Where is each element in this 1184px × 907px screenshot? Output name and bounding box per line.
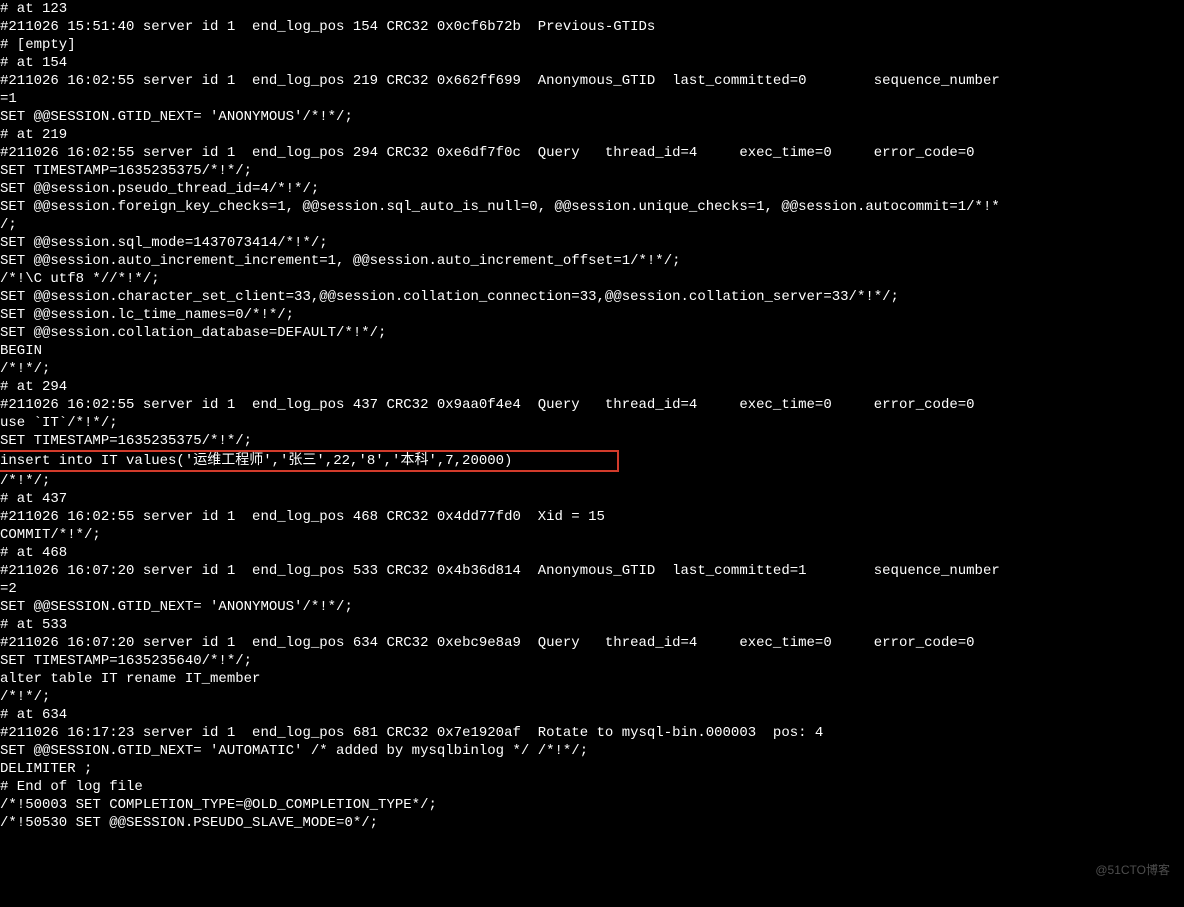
terminal-line: SET @@session.collation_database=DEFAULT… [0, 324, 1184, 342]
terminal-line: #211026 15:51:40 server id 1 end_log_pos… [0, 18, 1184, 36]
terminal-line: COMMIT/*!*/; [0, 526, 1184, 544]
highlighted-insert-statement: insert into IT values('运维工程师','张三',22,'8… [0, 450, 619, 472]
terminal-line: # at 533 [0, 616, 1184, 634]
terminal-line: # at 437 [0, 490, 1184, 508]
terminal-line: SET @@session.foreign_key_checks=1, @@se… [0, 198, 1184, 216]
terminal-line: # at 123 [0, 0, 1184, 18]
terminal-line: /; [0, 216, 1184, 234]
terminal-line: /*!*/; [0, 360, 1184, 378]
terminal-line: /*!*/; [0, 688, 1184, 706]
terminal-line: #211026 16:02:55 server id 1 end_log_pos… [0, 72, 1184, 90]
terminal-line: SET TIMESTAMP=1635235375/*!*/; [0, 162, 1184, 180]
terminal-line: SET TIMESTAMP=1635235375/*!*/; [0, 432, 1184, 450]
terminal-output[interactable]: # at 123#211026 15:51:40 server id 1 end… [0, 0, 1184, 832]
terminal-line: SET @@SESSION.GTID_NEXT= 'AUTOMATIC' /* … [0, 742, 1184, 760]
watermark-text: @51CTO博客 [1095, 861, 1170, 879]
terminal-line: # at 219 [0, 126, 1184, 144]
terminal-line: use `IT`/*!*/; [0, 414, 1184, 432]
terminal-line: #211026 16:02:55 server id 1 end_log_pos… [0, 396, 1184, 414]
terminal-line: SET @@session.character_set_client=33,@@… [0, 288, 1184, 306]
terminal-line: =2 [0, 580, 1184, 598]
terminal-line: /*!50003 SET COMPLETION_TYPE=@OLD_COMPLE… [0, 796, 1184, 814]
terminal-line: # at 634 [0, 706, 1184, 724]
terminal-line: DELIMITER ; [0, 760, 1184, 778]
terminal-line: #211026 16:17:23 server id 1 end_log_pos… [0, 724, 1184, 742]
terminal-line: # at 468 [0, 544, 1184, 562]
terminal-line: insert into IT values('运维工程师','张三',22,'8… [0, 450, 1184, 472]
terminal-line: SET @@session.sql_mode=1437073414/*!*/; [0, 234, 1184, 252]
terminal-line: /*!*/; [0, 472, 1184, 490]
terminal-line: BEGIN [0, 342, 1184, 360]
terminal-line: SET @@session.auto_increment_increment=1… [0, 252, 1184, 270]
terminal-line: #211026 16:07:20 server id 1 end_log_pos… [0, 634, 1184, 652]
terminal-line: /*!50530 SET @@SESSION.PSEUDO_SLAVE_MODE… [0, 814, 1184, 832]
terminal-line: #211026 16:07:20 server id 1 end_log_pos… [0, 562, 1184, 580]
terminal-line: # at 294 [0, 378, 1184, 396]
terminal-line: # at 154 [0, 54, 1184, 72]
terminal-line: SET @@SESSION.GTID_NEXT= 'ANONYMOUS'/*!*… [0, 108, 1184, 126]
terminal-line: SET @@session.pseudo_thread_id=4/*!*/; [0, 180, 1184, 198]
terminal-line: alter table IT rename IT_member [0, 670, 1184, 688]
terminal-line: SET TIMESTAMP=1635235640/*!*/; [0, 652, 1184, 670]
terminal-line: =1 [0, 90, 1184, 108]
terminal-line: # [empty] [0, 36, 1184, 54]
terminal-line: # End of log file [0, 778, 1184, 796]
terminal-line: #211026 16:02:55 server id 1 end_log_pos… [0, 144, 1184, 162]
terminal-line: /*!\C utf8 *//*!*/; [0, 270, 1184, 288]
terminal-line: #211026 16:02:55 server id 1 end_log_pos… [0, 508, 1184, 526]
terminal-line: SET @@session.lc_time_names=0/*!*/; [0, 306, 1184, 324]
terminal-line: SET @@SESSION.GTID_NEXT= 'ANONYMOUS'/*!*… [0, 598, 1184, 616]
